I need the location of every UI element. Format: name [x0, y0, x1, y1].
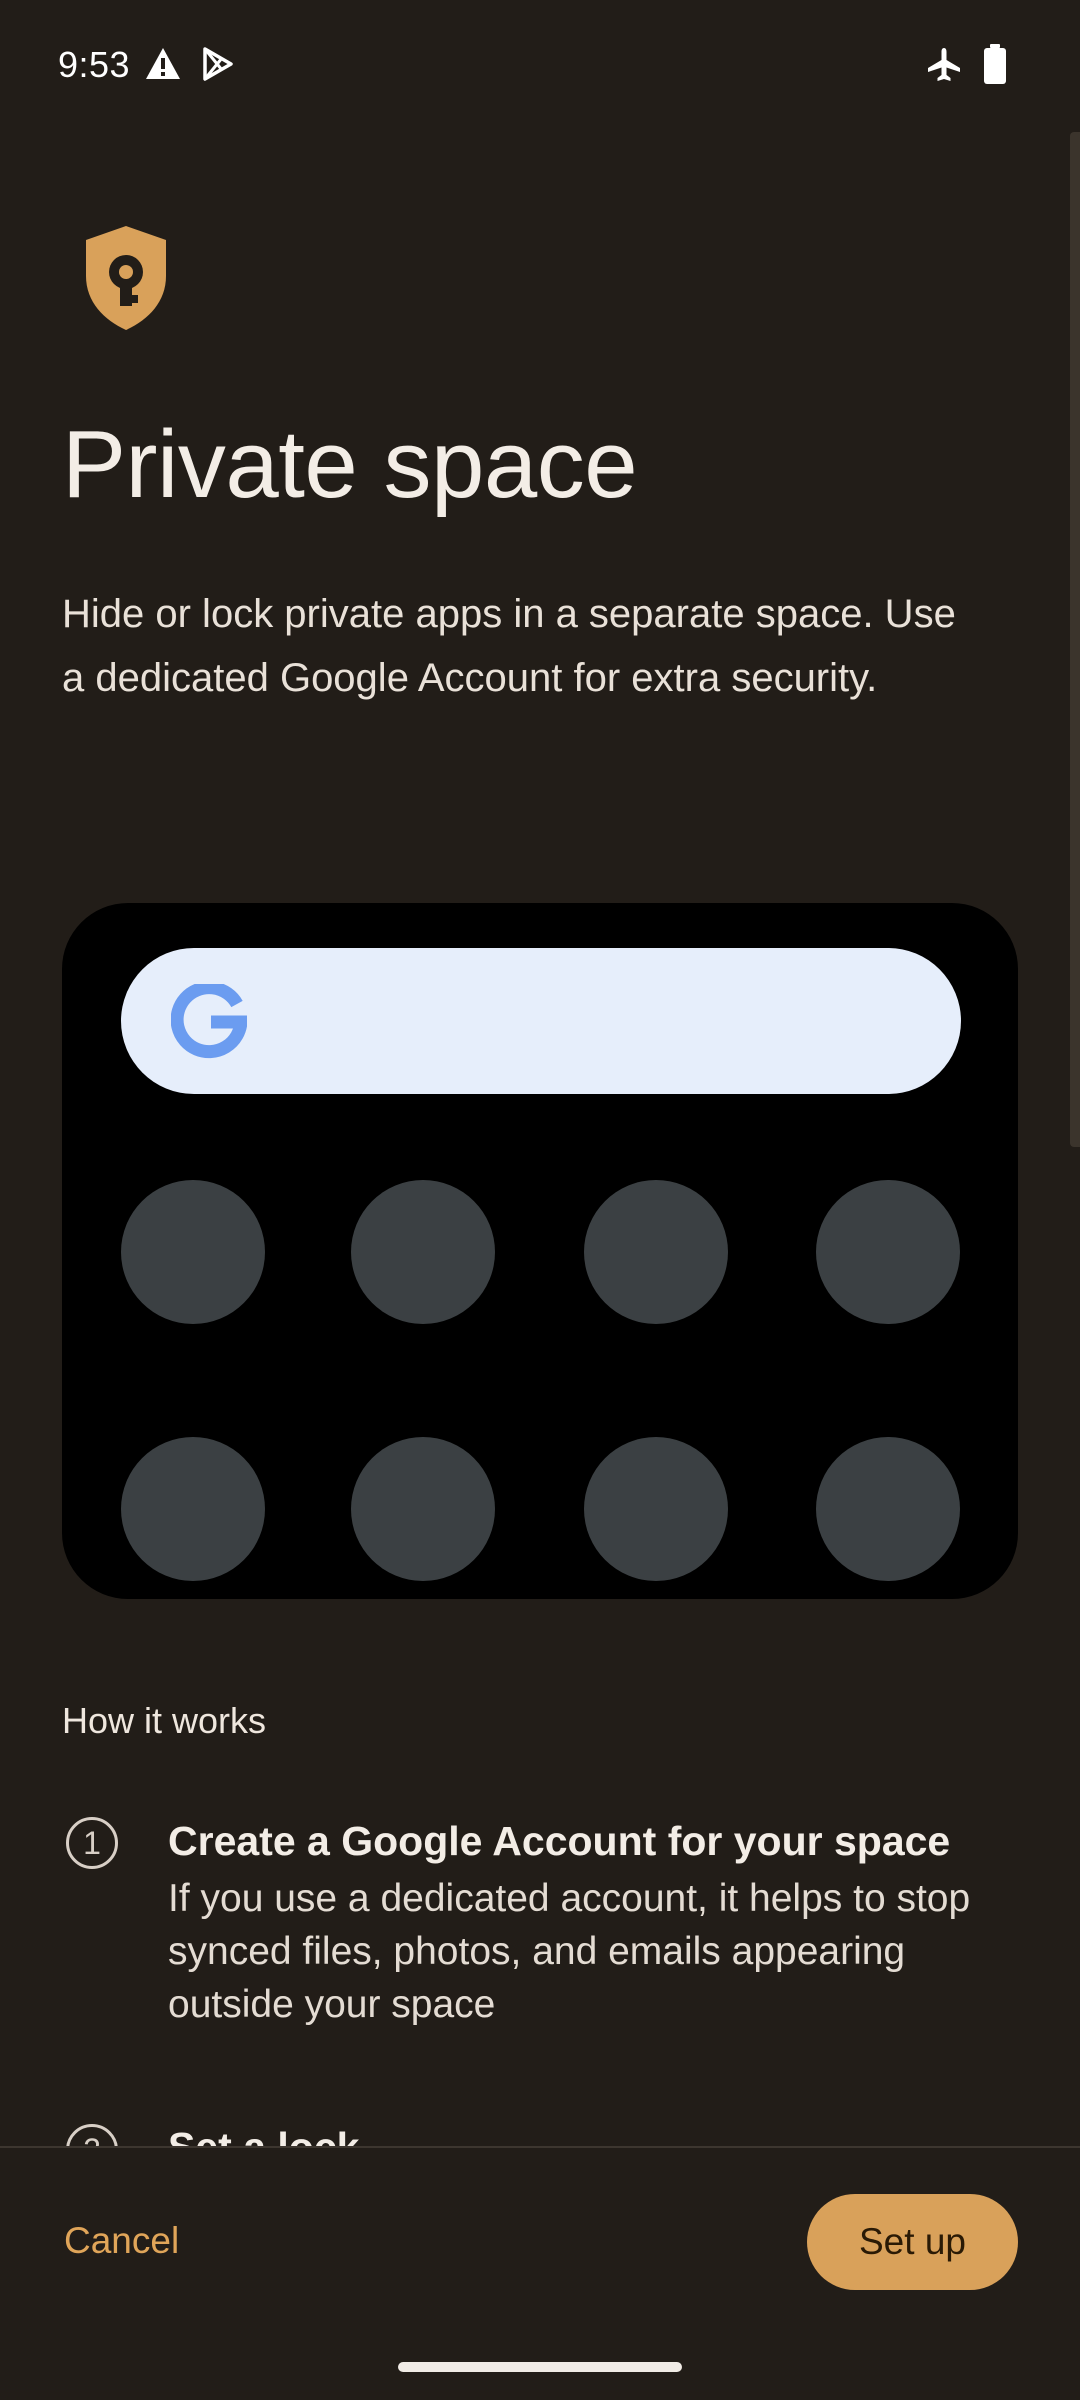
gesture-navigation-handle[interactable]: [398, 2362, 682, 2372]
set-up-button[interactable]: Set up: [807, 2194, 1018, 2290]
step-2-partially-visible: 2 Set a lock: [0, 2104, 1080, 2148]
app-icon-placeholder: [121, 1437, 265, 1581]
search-bar-illustration: [121, 948, 961, 1094]
scroll-indicator[interactable]: [1070, 132, 1080, 1147]
cancel-button[interactable]: Cancel: [40, 2206, 203, 2276]
battery-icon: [983, 44, 1007, 89]
play-store-icon: [200, 46, 236, 87]
airplane-mode-icon: [925, 46, 963, 89]
home-screen-illustration: [62, 903, 1018, 1599]
app-icon-placeholder: [584, 1180, 728, 1324]
app-icon-placeholder: [816, 1180, 960, 1324]
how-it-works-heading: How it works: [62, 1700, 267, 1741]
app-icon-placeholder: [351, 1180, 495, 1324]
app-icon-placeholder: [816, 1437, 960, 1581]
step-description: If you use a dedicated account, it helps…: [168, 1877, 971, 2026]
app-icon-placeholder: [584, 1437, 728, 1581]
page-title: Private space: [62, 411, 638, 518]
page-description: Hide or lock private apps in a separate …: [62, 592, 956, 700]
app-icon-placeholder: [351, 1437, 495, 1581]
step-number-badge: 2: [66, 2124, 118, 2148]
private-space-setup-screen: 9:53 Private space Hide or lock private …: [0, 0, 1080, 2400]
step-title: Create a Google Account for your space: [168, 1818, 951, 1864]
app-icon-placeholder: [121, 1180, 265, 1324]
step-number-badge: 1: [66, 1817, 118, 1869]
shield-key-icon: [82, 224, 170, 332]
warning-icon: [144, 46, 182, 87]
status-time: 9:53: [58, 44, 131, 85]
step-title: Set a lock: [168, 2124, 360, 2148]
google-g-icon: [170, 981, 249, 1060]
status-bar: 9:53: [0, 0, 1080, 132]
